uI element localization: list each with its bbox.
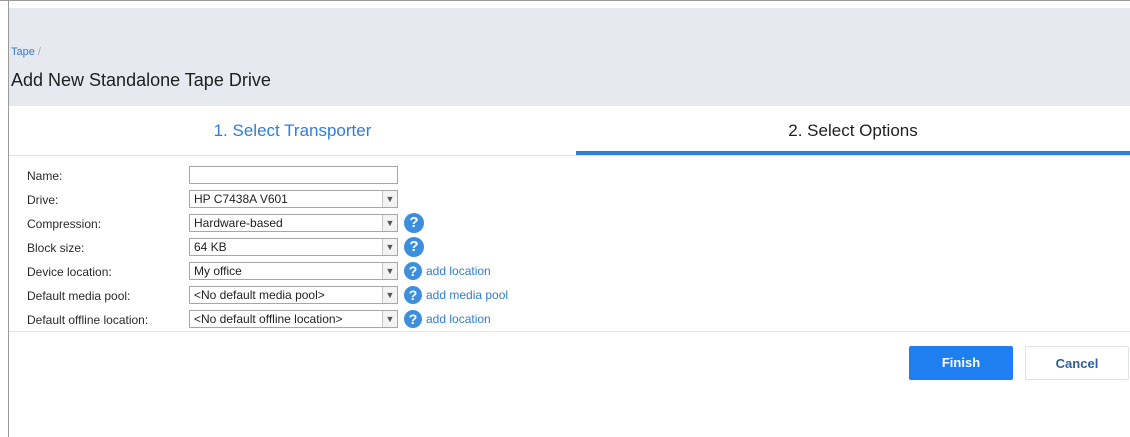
drive-label: Drive: xyxy=(27,193,59,207)
tab-label: 1. Select Transporter xyxy=(213,121,372,140)
add-offline-location-link[interactable]: add location xyxy=(426,312,491,326)
breadcrumb: Tape / xyxy=(11,46,41,58)
form-row-drive: Drive: HP C7438A V601 ▼ xyxy=(9,190,1130,210)
window-top-border xyxy=(0,0,1130,8)
question-circle-icon[interactable]: ? xyxy=(404,286,422,304)
default-media-pool-select-value: <No default media pool> xyxy=(194,288,325,302)
form-row-default-offline-location: Default offline location: <No default of… xyxy=(9,310,1130,330)
question-circle-icon[interactable]: ? xyxy=(404,237,424,257)
chevron-down-icon: ▼ xyxy=(382,287,397,303)
tab-label: 2. Select Options xyxy=(788,121,918,140)
compression-select-value: Hardware-based xyxy=(194,216,283,230)
add-media-pool-link[interactable]: add media pool xyxy=(426,288,508,302)
wizard-steps: 1. Select Transporter 2. Select Options xyxy=(9,106,1130,156)
page-header: Tape / Add New Standalone Tape Drive xyxy=(9,8,1130,106)
tab-select-options[interactable]: 2. Select Options xyxy=(576,106,1130,155)
form-row-name: Name: xyxy=(9,166,1130,186)
block-size-select[interactable]: 64 KB ▼ xyxy=(189,238,398,256)
name-label: Name: xyxy=(27,169,63,183)
form-footer-divider xyxy=(9,331,1130,332)
compression-select[interactable]: Hardware-based ▼ xyxy=(189,214,398,232)
default-media-pool-label: Default media pool: xyxy=(27,289,131,303)
compression-label: Compression: xyxy=(27,217,102,231)
drive-select[interactable]: HP C7438A V601 ▼ xyxy=(189,190,398,208)
default-offline-location-label: Default offline location: xyxy=(27,313,149,327)
default-media-pool-select[interactable]: <No default media pool> ▼ xyxy=(189,286,398,304)
finish-button[interactable]: Finish xyxy=(909,346,1013,380)
form-row-block-size: Block size: 64 KB ▼ ? xyxy=(9,237,1130,258)
default-offline-location-select-value: <No default offline location> xyxy=(194,312,343,326)
drive-select-value: HP C7438A V601 xyxy=(194,192,288,206)
breadcrumb-link-tape[interactable]: Tape xyxy=(11,46,35,58)
tab-select-transporter[interactable]: 1. Select Transporter xyxy=(9,106,576,155)
chevron-down-icon: ▼ xyxy=(382,239,397,255)
active-tab-indicator xyxy=(576,151,1130,155)
chevron-down-icon: ▼ xyxy=(382,311,397,327)
block-size-label: Block size: xyxy=(27,241,85,255)
form-row-device-location: Device location: My office ▼ ? add locat… xyxy=(9,262,1130,282)
question-circle-icon[interactable]: ? xyxy=(404,213,424,233)
add-location-link[interactable]: add location xyxy=(426,264,491,278)
default-offline-location-select[interactable]: <No default offline location> ▼ xyxy=(189,310,398,328)
chevron-down-icon: ▼ xyxy=(382,263,397,279)
page-title: Add New Standalone Tape Drive xyxy=(11,70,271,90)
breadcrumb-separator: / xyxy=(37,46,41,58)
form-row-compression: Compression: Hardware-based ▼ ? xyxy=(9,213,1130,234)
chevron-down-icon: ▼ xyxy=(382,215,397,231)
device-location-select[interactable]: My office ▼ xyxy=(189,262,398,280)
device-location-label: Device location: xyxy=(27,265,112,279)
chevron-down-icon: ▼ xyxy=(382,191,397,207)
question-circle-icon[interactable]: ? xyxy=(404,262,422,280)
question-circle-icon[interactable]: ? xyxy=(404,310,422,328)
device-location-select-value: My office xyxy=(194,264,242,278)
block-size-select-value: 64 KB xyxy=(194,240,227,254)
name-input[interactable] xyxy=(189,166,398,184)
form-row-default-media-pool: Default media pool: <No default media po… xyxy=(9,286,1130,306)
cancel-button[interactable]: Cancel xyxy=(1025,346,1129,380)
